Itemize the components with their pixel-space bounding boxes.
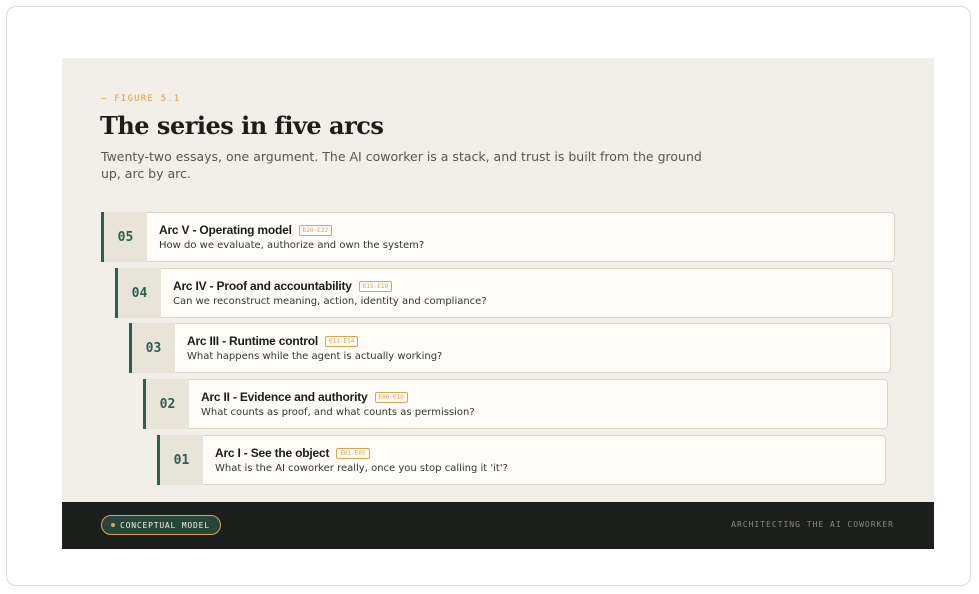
arc-name: Arc III - Runtime control (187, 334, 319, 348)
arc-card-2: 02 Arc II - Evidence and authority E06-E… (143, 379, 888, 429)
arc-range-badge: E15-E19 (358, 280, 393, 292)
figure-panel: — FIGURE 5.1 The series in five arcs Twe… (62, 58, 934, 549)
arc-card-4: 04 Arc IV - Proof and accountability E15… (115, 268, 893, 318)
arc-card-1: 01 Arc I - See the object E01-E05 What i… (157, 435, 886, 485)
conceptual-model-pill: CONCEPTUAL MODEL (101, 515, 221, 535)
arc-body: Arc IV - Proof and accountability E15-E1… (161, 268, 893, 318)
arc-question: What happens while the agent is actually… (187, 351, 443, 362)
arc-number: 04 (115, 268, 161, 318)
dot-icon (111, 523, 115, 527)
arc-name: Arc II - Evidence and authority (201, 390, 368, 404)
arc-name: Arc V - Operating model (159, 223, 292, 237)
arc-question: How do we evaluate, authorize and own th… (159, 240, 425, 251)
arc-question: Can we reconstruct meaning, action, iden… (173, 296, 487, 307)
arc-number: 05 (101, 212, 147, 262)
arc-card-5: 05 Arc V - Operating model E20-E22 How d… (101, 212, 895, 262)
arc-number: 02 (143, 379, 189, 429)
arc-number: 01 (157, 435, 203, 485)
arc-question: What is the AI coworker really, once you… (215, 463, 508, 474)
arc-range-badge: E11-E14 (325, 335, 359, 347)
arc-card-3: 03 Arc III - Runtime control E11-E14 Wha… (129, 323, 891, 373)
arc-body: Arc III - Runtime control E11-E14 What h… (175, 323, 891, 373)
arc-body: Arc II - Evidence and authority E06-E10 … (189, 379, 888, 429)
pill-label: CONCEPTUAL MODEL (120, 520, 210, 530)
footer-brand: ARCHITECTING THE AI COWORKER (731, 520, 894, 529)
arc-range-badge: E20-E22 (298, 224, 333, 236)
arc-range-badge: E01-E05 (336, 447, 370, 459)
arc-number: 03 (129, 323, 175, 373)
figure-eyebrow: — FIGURE 5.1 (101, 94, 181, 104)
arc-question: What counts as proof, and what counts as… (201, 407, 475, 418)
arc-range-badge: E06-E10 (374, 391, 408, 403)
arc-body: Arc I - See the object E01-E05 What is t… (203, 435, 886, 485)
arc-name: Arc IV - Proof and accountability (173, 279, 352, 293)
arc-name: Arc I - See the object (215, 446, 330, 460)
figure-subtitle: Twenty-two essays, one argument. The AI … (101, 149, 702, 181)
arc-body: Arc V - Operating model E20-E22 How do w… (147, 212, 895, 262)
figure-title: The series in five arcs (100, 111, 384, 140)
figure-footer: CONCEPTUAL MODEL ARCHITECTING THE AI COW… (62, 502, 934, 549)
